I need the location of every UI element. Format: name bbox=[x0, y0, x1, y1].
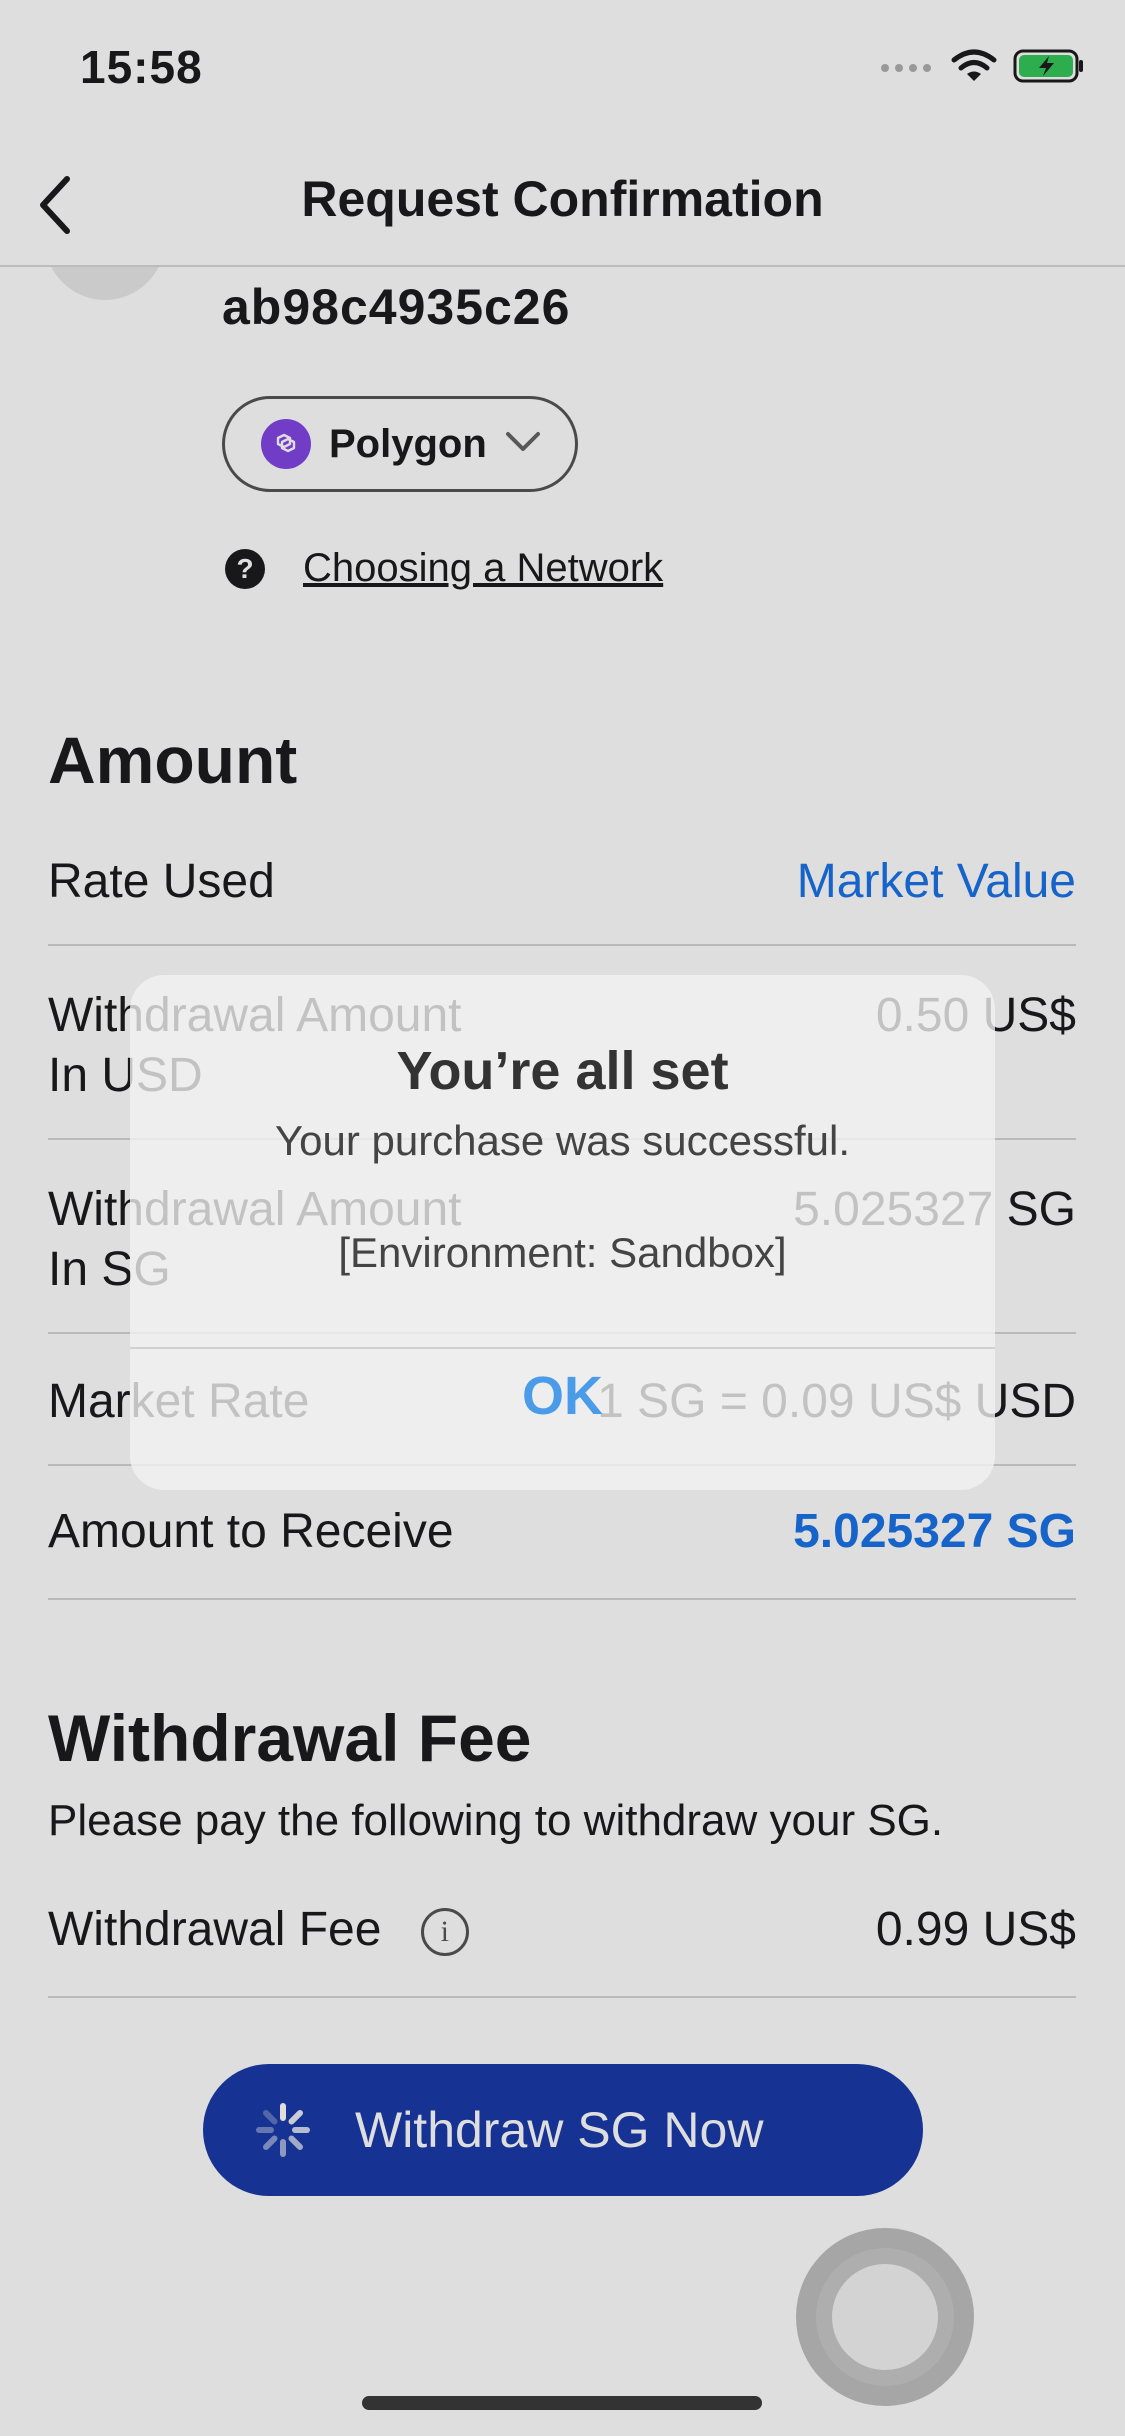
alert-environment: [Environment: Sandbox] bbox=[338, 1229, 787, 1276]
alert-message: Your purchase was successful. bbox=[274, 1117, 851, 1164]
purchase-success-alert: You’re all set Your purchase was success… bbox=[130, 975, 995, 1490]
assistive-touch-button[interactable] bbox=[796, 2228, 974, 2406]
alert-ok-button[interactable]: OK bbox=[130, 1365, 995, 1427]
home-indicator[interactable] bbox=[362, 2396, 762, 2410]
alert-title: You’re all set bbox=[396, 1041, 729, 1101]
alert-divider bbox=[130, 1347, 995, 1349]
